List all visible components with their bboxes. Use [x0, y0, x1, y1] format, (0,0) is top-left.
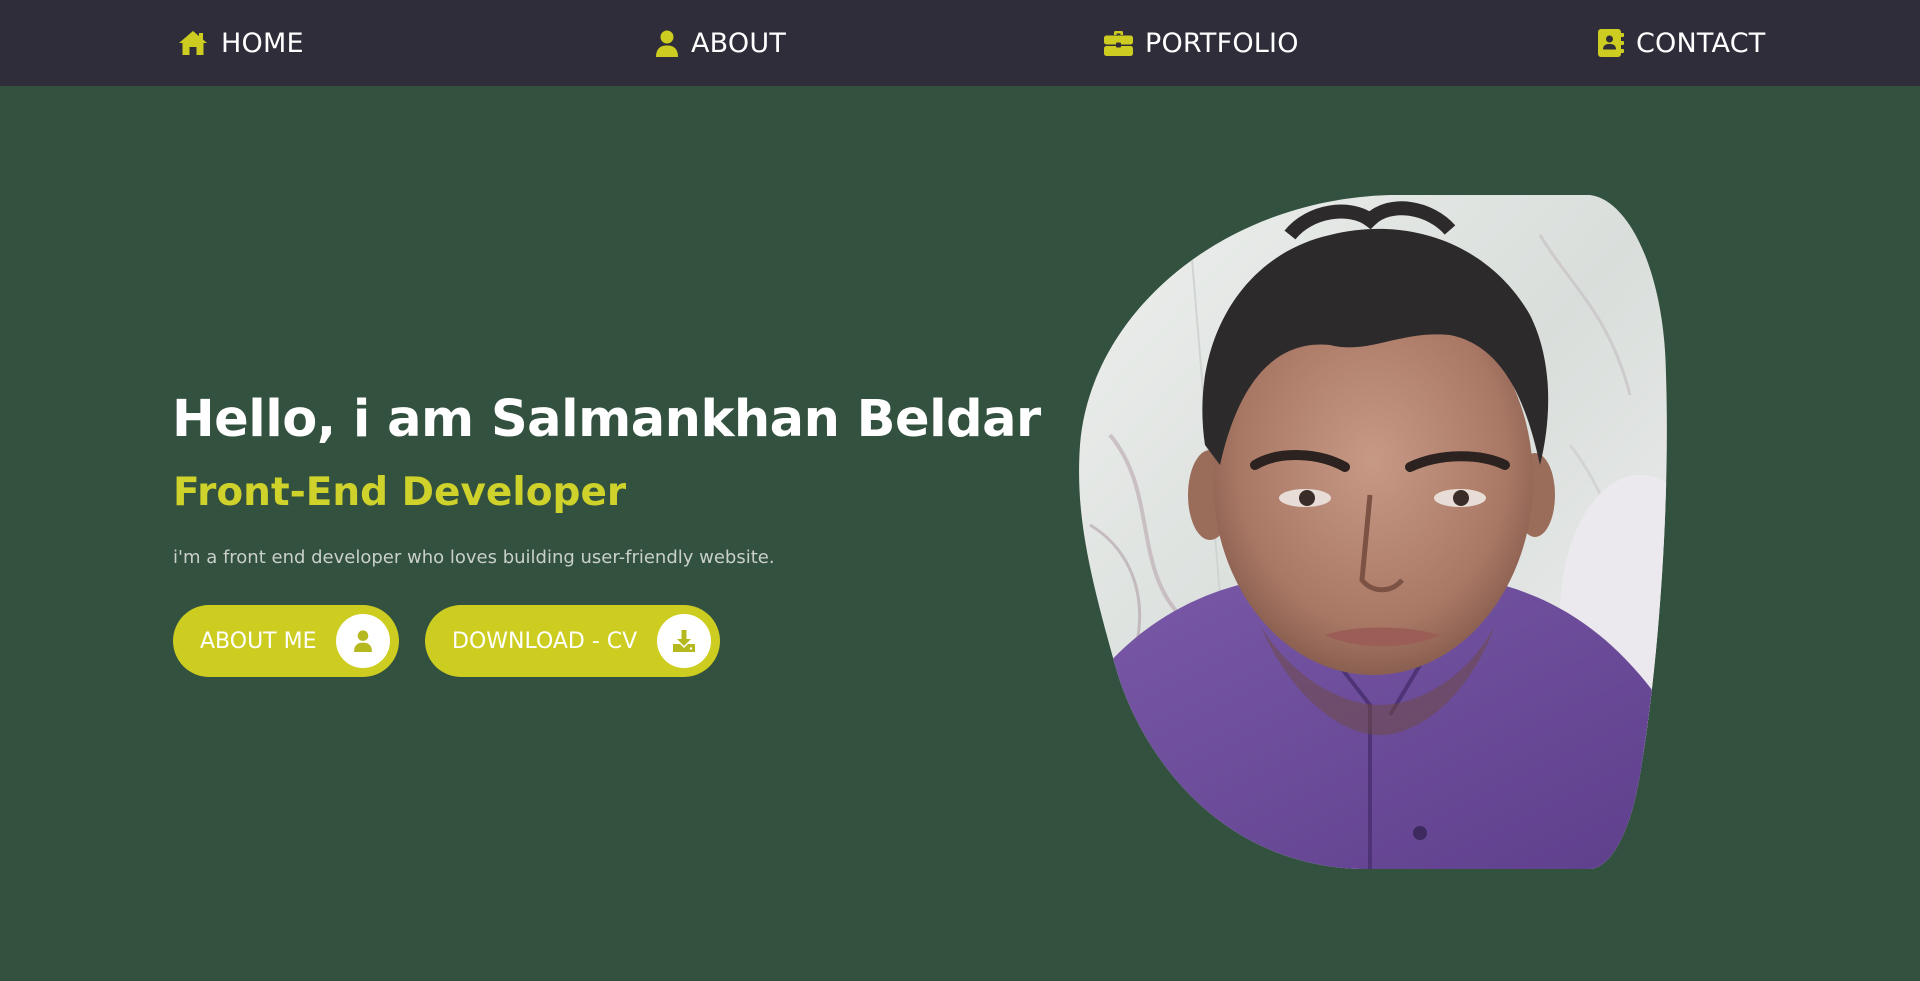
download-icon — [657, 614, 711, 668]
nav-item-about[interactable]: ABOUT — [655, 0, 786, 86]
hero-subtitle: Front-End Developer — [173, 470, 627, 515]
button-label: DOWNLOAD - CV — [452, 628, 638, 654]
nav-item-label: CONTACT — [1636, 27, 1766, 59]
nav-item-home[interactable]: HOME — [177, 0, 304, 86]
address-book-icon — [1598, 29, 1624, 57]
briefcase-icon — [1104, 30, 1133, 56]
nav-item-label: ABOUT — [691, 27, 787, 59]
hero-description: i'm a front end developer who loves buil… — [173, 547, 775, 568]
profile-photo — [1070, 195, 1670, 870]
user-icon — [655, 30, 679, 57]
nav-item-label: PORTFOLIO — [1145, 27, 1299, 59]
button-label: ABOUT ME — [200, 628, 317, 654]
about-me-button[interactable]: ABOUT ME — [173, 605, 399, 677]
nav-item-portfolio[interactable]: PORTFOLIO — [1104, 0, 1299, 86]
hero-title: Hello, i am Salmankhan Beldar — [172, 390, 1041, 449]
download-cv-button[interactable]: DOWNLOAD - CV — [425, 605, 720, 677]
home-icon — [177, 30, 209, 56]
nav-item-label: HOME — [221, 27, 304, 59]
top-navbar: HOME ABOUT PORTFOLIO CONTACT — [0, 0, 1920, 86]
user-icon — [336, 614, 390, 668]
nav-item-contact[interactable]: CONTACT — [1598, 0, 1765, 86]
